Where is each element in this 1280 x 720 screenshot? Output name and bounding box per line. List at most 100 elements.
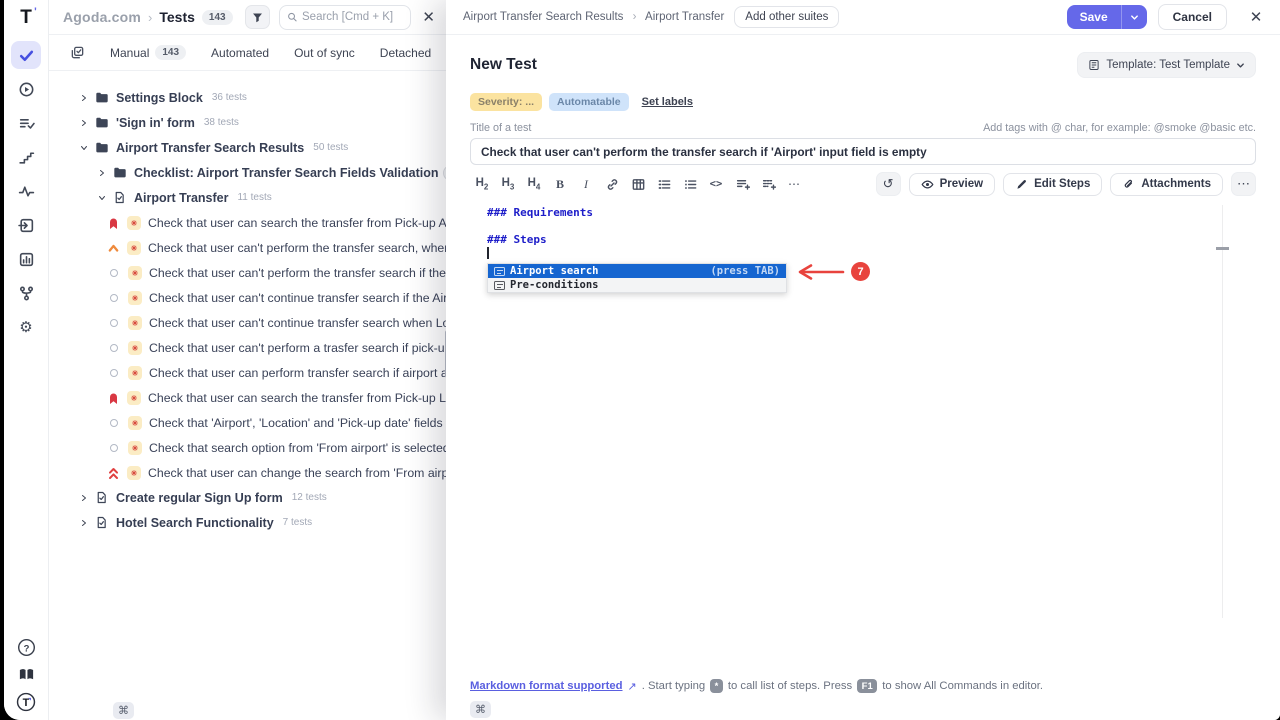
rail-item-analytics[interactable] [11,177,41,205]
autocomplete-option[interactable]: Pre-conditions [488,278,786,292]
preview-button[interactable]: Preview [909,173,995,196]
save-options-caret[interactable] [1121,5,1147,29]
insert-data-button[interactable] [756,173,780,196]
test-title-input[interactable] [470,138,1256,165]
suite-test-count: 11 tests [237,192,271,203]
expand-chevron-icon[interactable] [79,119,88,127]
test-row[interactable]: Check that user can search the transfer … [49,210,451,235]
app-logo[interactable]: T' [20,7,32,29]
markdown-help-link[interactable]: Markdown format supported [470,680,623,692]
test-row[interactable]: Check that user can't perform a trasfer … [49,335,451,360]
breadcrumb-project[interactable]: Agoda.com [63,9,141,25]
rail-item-branches[interactable] [11,279,41,307]
rail-item-settings[interactable]: ⚙ [11,313,41,341]
drawer-breadcrumb-current[interactable]: Airport Transfer [645,11,724,23]
rail-item-runs[interactable] [11,75,41,103]
test-row[interactable]: Check that user can perform transfer sea… [49,360,451,385]
add-other-suites-button[interactable]: Add other suites [734,6,839,28]
test-row[interactable]: Check that user can't continue transfer … [49,310,451,335]
cmd-shortcut-badge[interactable]: ⌘ [470,701,491,718]
test-row[interactable]: Check that user can search the transfer … [49,385,451,410]
markdown-editor[interactable]: ### Requirements ### Steps Airport searc… [470,200,1256,673]
test-row[interactable]: Check that user can change the search fr… [49,460,451,485]
chevron-down-icon [1130,13,1139,22]
heading-3-button[interactable]: H3 [496,173,520,196]
link-button[interactable] [600,173,624,196]
search-input[interactable] [302,11,403,23]
rail-item-milestones[interactable] [11,143,41,171]
editor-scrollbar-thumb[interactable] [1216,247,1229,250]
test-title: Check that user can change the search fr… [148,466,451,480]
box-arrow-icon [18,217,35,234]
italic-button[interactable]: I [574,173,598,196]
search-box[interactable] [279,5,411,30]
ordered-list-button[interactable] [652,173,676,196]
cancel-button[interactable]: Cancel [1158,4,1227,30]
rail-item-plans[interactable] [11,109,41,137]
cmd-shortcut-badge[interactable]: ⌘ [113,702,134,719]
set-labels-link[interactable]: Set labels [642,96,693,108]
chart-icon [18,251,35,268]
edit-steps-button[interactable]: Edit Steps [1003,173,1102,196]
suite-row[interactable]: Create regular Sign Up form12 tests [49,485,451,510]
expand-chevron-icon[interactable] [97,194,106,202]
select-all-icon[interactable] [70,45,85,60]
heading-4-button[interactable]: H4 [522,173,546,196]
expand-chevron-icon[interactable] [79,494,88,502]
test-row[interactable]: Check that user can't continue transfer … [49,285,451,310]
test-row[interactable]: Check that search option from 'From airp… [49,435,451,460]
autocomplete-option[interactable]: Airport search(press TAB) [488,264,786,278]
rail-item-product[interactable]: T [16,692,36,712]
bold-button[interactable]: B [548,173,572,196]
history-button[interactable]: ↺ [876,172,901,196]
close-search-icon[interactable]: ✕ [419,8,439,26]
rail-item-docs[interactable] [18,666,35,683]
more-formats-button[interactable]: ⋯ [782,173,806,196]
drawer-breadcrumb-parent[interactable]: Airport Transfer Search Results [463,11,623,23]
test-row[interactable]: Check that user can't perform the transf… [49,235,451,260]
test-row[interactable]: Check that 'Airport', 'Location' and 'Pi… [49,410,451,435]
tab-detached[interactable]: Detached [380,45,431,60]
paperclip-icon [1122,178,1135,191]
rail-item-import[interactable] [11,211,41,239]
test-title: Check that user can't perform a trasfer … [149,341,451,355]
suite-title: Settings Block [116,91,203,105]
suite-row[interactable]: 'Sign in' form38 tests [49,110,451,135]
suite-row[interactable]: Airport Transfer Search Results50 tests [49,135,451,160]
severity-badge[interactable]: Severity: ... [470,93,542,111]
tab-out-of-sync[interactable]: Out of sync [294,45,355,60]
expand-chevron-icon[interactable] [97,169,106,177]
automatable-badge[interactable]: Automatable [549,93,629,111]
arrow-left-icon [797,264,845,280]
bullet-list-button[interactable] [678,173,702,196]
manual-test-icon [128,316,142,330]
rail-item-reports[interactable] [11,245,41,273]
tab-manual[interactable]: Manual143 [110,45,186,60]
close-drawer-icon[interactable]: ✕ [1246,8,1266,26]
save-button[interactable]: Save [1067,5,1121,29]
rail-item-tests[interactable] [11,41,41,69]
expand-chevron-icon[interactable] [79,94,88,102]
suite-row[interactable]: Airport Transfer11 tests [49,185,451,210]
test-title: Check that 'Airport', 'Location' and 'Pi… [149,416,451,430]
expand-chevron-icon[interactable] [79,144,88,152]
heading-2-button[interactable]: H2 [470,173,494,196]
table-button[interactable] [626,173,650,196]
suite-row[interactable]: Hotel Search Functionality7 tests [49,510,451,535]
code-button[interactable]: <> [704,173,728,196]
tab-automated[interactable]: Automated [211,45,269,60]
more-actions-button[interactable]: ⋯ [1231,172,1256,196]
suite-row[interactable]: Checklist: Airport Transfer Search Field… [49,160,451,185]
test-row[interactable]: Check that user can't perform the transf… [49,260,451,285]
logo-circle-icon: T [16,692,36,712]
rail-item-help[interactable]: ? [17,638,36,657]
expand-chevron-icon[interactable] [79,519,88,527]
page-title: New Test [470,56,537,74]
suite-row[interactable]: Settings Block36 tests [49,85,451,110]
template-select[interactable]: Template: Test Template [1077,52,1256,78]
manual-test-icon [128,416,142,430]
attachments-button[interactable]: Attachments [1110,173,1223,196]
filter-button[interactable] [245,5,270,29]
doc-check-icon [95,516,109,529]
insert-steps-button[interactable] [730,173,754,196]
